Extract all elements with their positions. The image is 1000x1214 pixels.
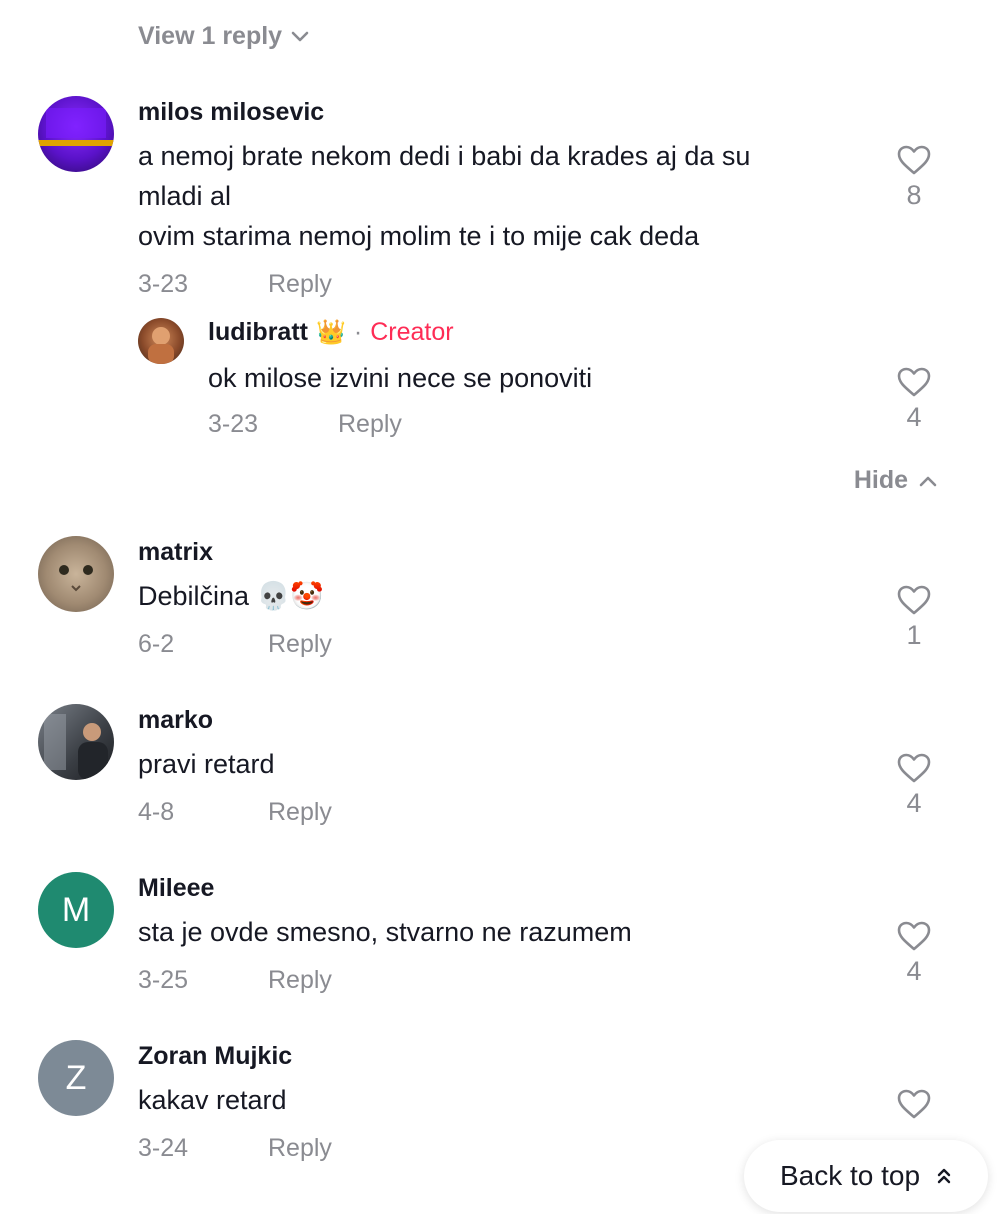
reply-button[interactable]: Reply — [268, 270, 332, 299]
reply-username[interactable]: ludibratt — [208, 318, 308, 347]
comment-username[interactable]: matrix — [138, 538, 213, 567]
comment-username[interactable]: Zoran Mujkic — [138, 1042, 292, 1071]
avatar-letter: Z — [65, 1058, 87, 1097]
crown-icon: 👑 — [316, 319, 346, 346]
comment-text: kakav retard — [138, 1085, 287, 1115]
comment-username[interactable]: marko — [138, 706, 213, 735]
avatar-letter: M — [61, 890, 91, 929]
chevron-down-icon — [291, 31, 309, 41]
comment-username[interactable]: milos milosevic — [138, 98, 324, 127]
view-replies-button[interactable]: View 1 reply — [138, 22, 310, 51]
reply-text: ok milose izvini nece se ponoviti — [208, 363, 593, 393]
reply-date: 3-23 — [208, 410, 259, 438]
comment-username[interactable]: Mileee — [138, 874, 214, 903]
heart-icon — [897, 753, 931, 783]
comment-text: pravi retard — [138, 749, 275, 779]
avatar[interactable]: M — [38, 872, 114, 948]
comment-meta: 3-24 Reply — [138, 1134, 332, 1163]
like-button[interactable]: 1 — [894, 584, 934, 651]
comment-meta: 4-8 Reply — [138, 798, 332, 827]
creator-badge: Creator — [370, 318, 454, 346]
hide-replies-button[interactable]: Hide — [854, 466, 938, 495]
comment-text: sta je ovde smesno, stvarno ne razumem — [138, 917, 632, 947]
comment-text-line: a nemoj brate nekom dedi i babi da krade… — [138, 141, 751, 171]
like-count: 4 — [906, 788, 922, 818]
like-button[interactable]: 8 — [894, 144, 934, 211]
comment-text: Debilčina 💀🤡 — [138, 581, 324, 611]
comment-date: 3-25 — [138, 966, 189, 994]
heart-icon — [897, 1089, 931, 1119]
separator-dot: · — [353, 318, 363, 346]
like-count: 4 — [906, 402, 922, 432]
heart-icon — [897, 921, 931, 951]
comment-date: 6-2 — [138, 630, 175, 658]
avatar[interactable] — [38, 96, 114, 172]
reply-meta: 3-23 Reply — [208, 410, 402, 439]
heart-icon — [897, 585, 931, 615]
avatar-image — [59, 565, 93, 592]
avatar-image — [38, 108, 114, 146]
like-count: 8 — [906, 180, 922, 210]
like-button[interactable] — [894, 1088, 934, 1120]
comment-date: 3-23 — [138, 270, 189, 298]
reply-button[interactable]: Reply — [268, 1134, 332, 1163]
avatar-image — [148, 327, 174, 364]
comment-meta: 3-23 Reply — [138, 270, 332, 299]
comment-meta: 6-2 Reply — [138, 630, 332, 659]
like-button[interactable]: 4 — [894, 366, 934, 433]
comments-panel: View 1 reply milos milosevic a nemoj bra… — [0, 0, 1000, 1214]
hide-label: Hide — [853, 466, 908, 494]
comment-date: 4-8 — [138, 798, 175, 826]
double-chevron-up-icon — [937, 1168, 951, 1184]
comment-text: a nemoj brate nekom dedi i babi da krade… — [138, 136, 868, 256]
like-button[interactable]: 4 — [894, 920, 934, 987]
reply-username-row: ludibratt 👑 · Creator — [208, 318, 454, 347]
heart-icon — [897, 145, 931, 175]
reply-button[interactable]: Reply — [268, 630, 332, 659]
avatar[interactable]: Z — [38, 1040, 114, 1116]
reply-button[interactable]: Reply — [268, 798, 332, 827]
reply-button[interactable]: Reply — [268, 966, 332, 995]
view-replies-label: View 1 reply — [138, 22, 283, 50]
chevron-up-icon — [919, 476, 937, 486]
avatar[interactable] — [38, 536, 114, 612]
comment-text-line: mladi al — [138, 181, 232, 211]
like-button[interactable]: 4 — [894, 752, 934, 819]
comment-text-line: ovim starima nemoj molim te i to mije ca… — [138, 221, 700, 251]
back-to-top-button[interactable]: Back to top — [744, 1140, 988, 1212]
comment-date: 3-24 — [138, 1134, 189, 1162]
reply-button[interactable]: Reply — [338, 410, 402, 439]
like-count: 4 — [906, 956, 922, 986]
avatar[interactable] — [138, 318, 184, 364]
heart-icon — [897, 367, 931, 397]
back-to-top-label: Back to top — [779, 1160, 921, 1191]
avatar[interactable] — [38, 704, 114, 780]
like-count: 1 — [906, 620, 922, 650]
avatar-image — [44, 714, 108, 780]
comment-meta: 3-25 Reply — [138, 966, 332, 995]
